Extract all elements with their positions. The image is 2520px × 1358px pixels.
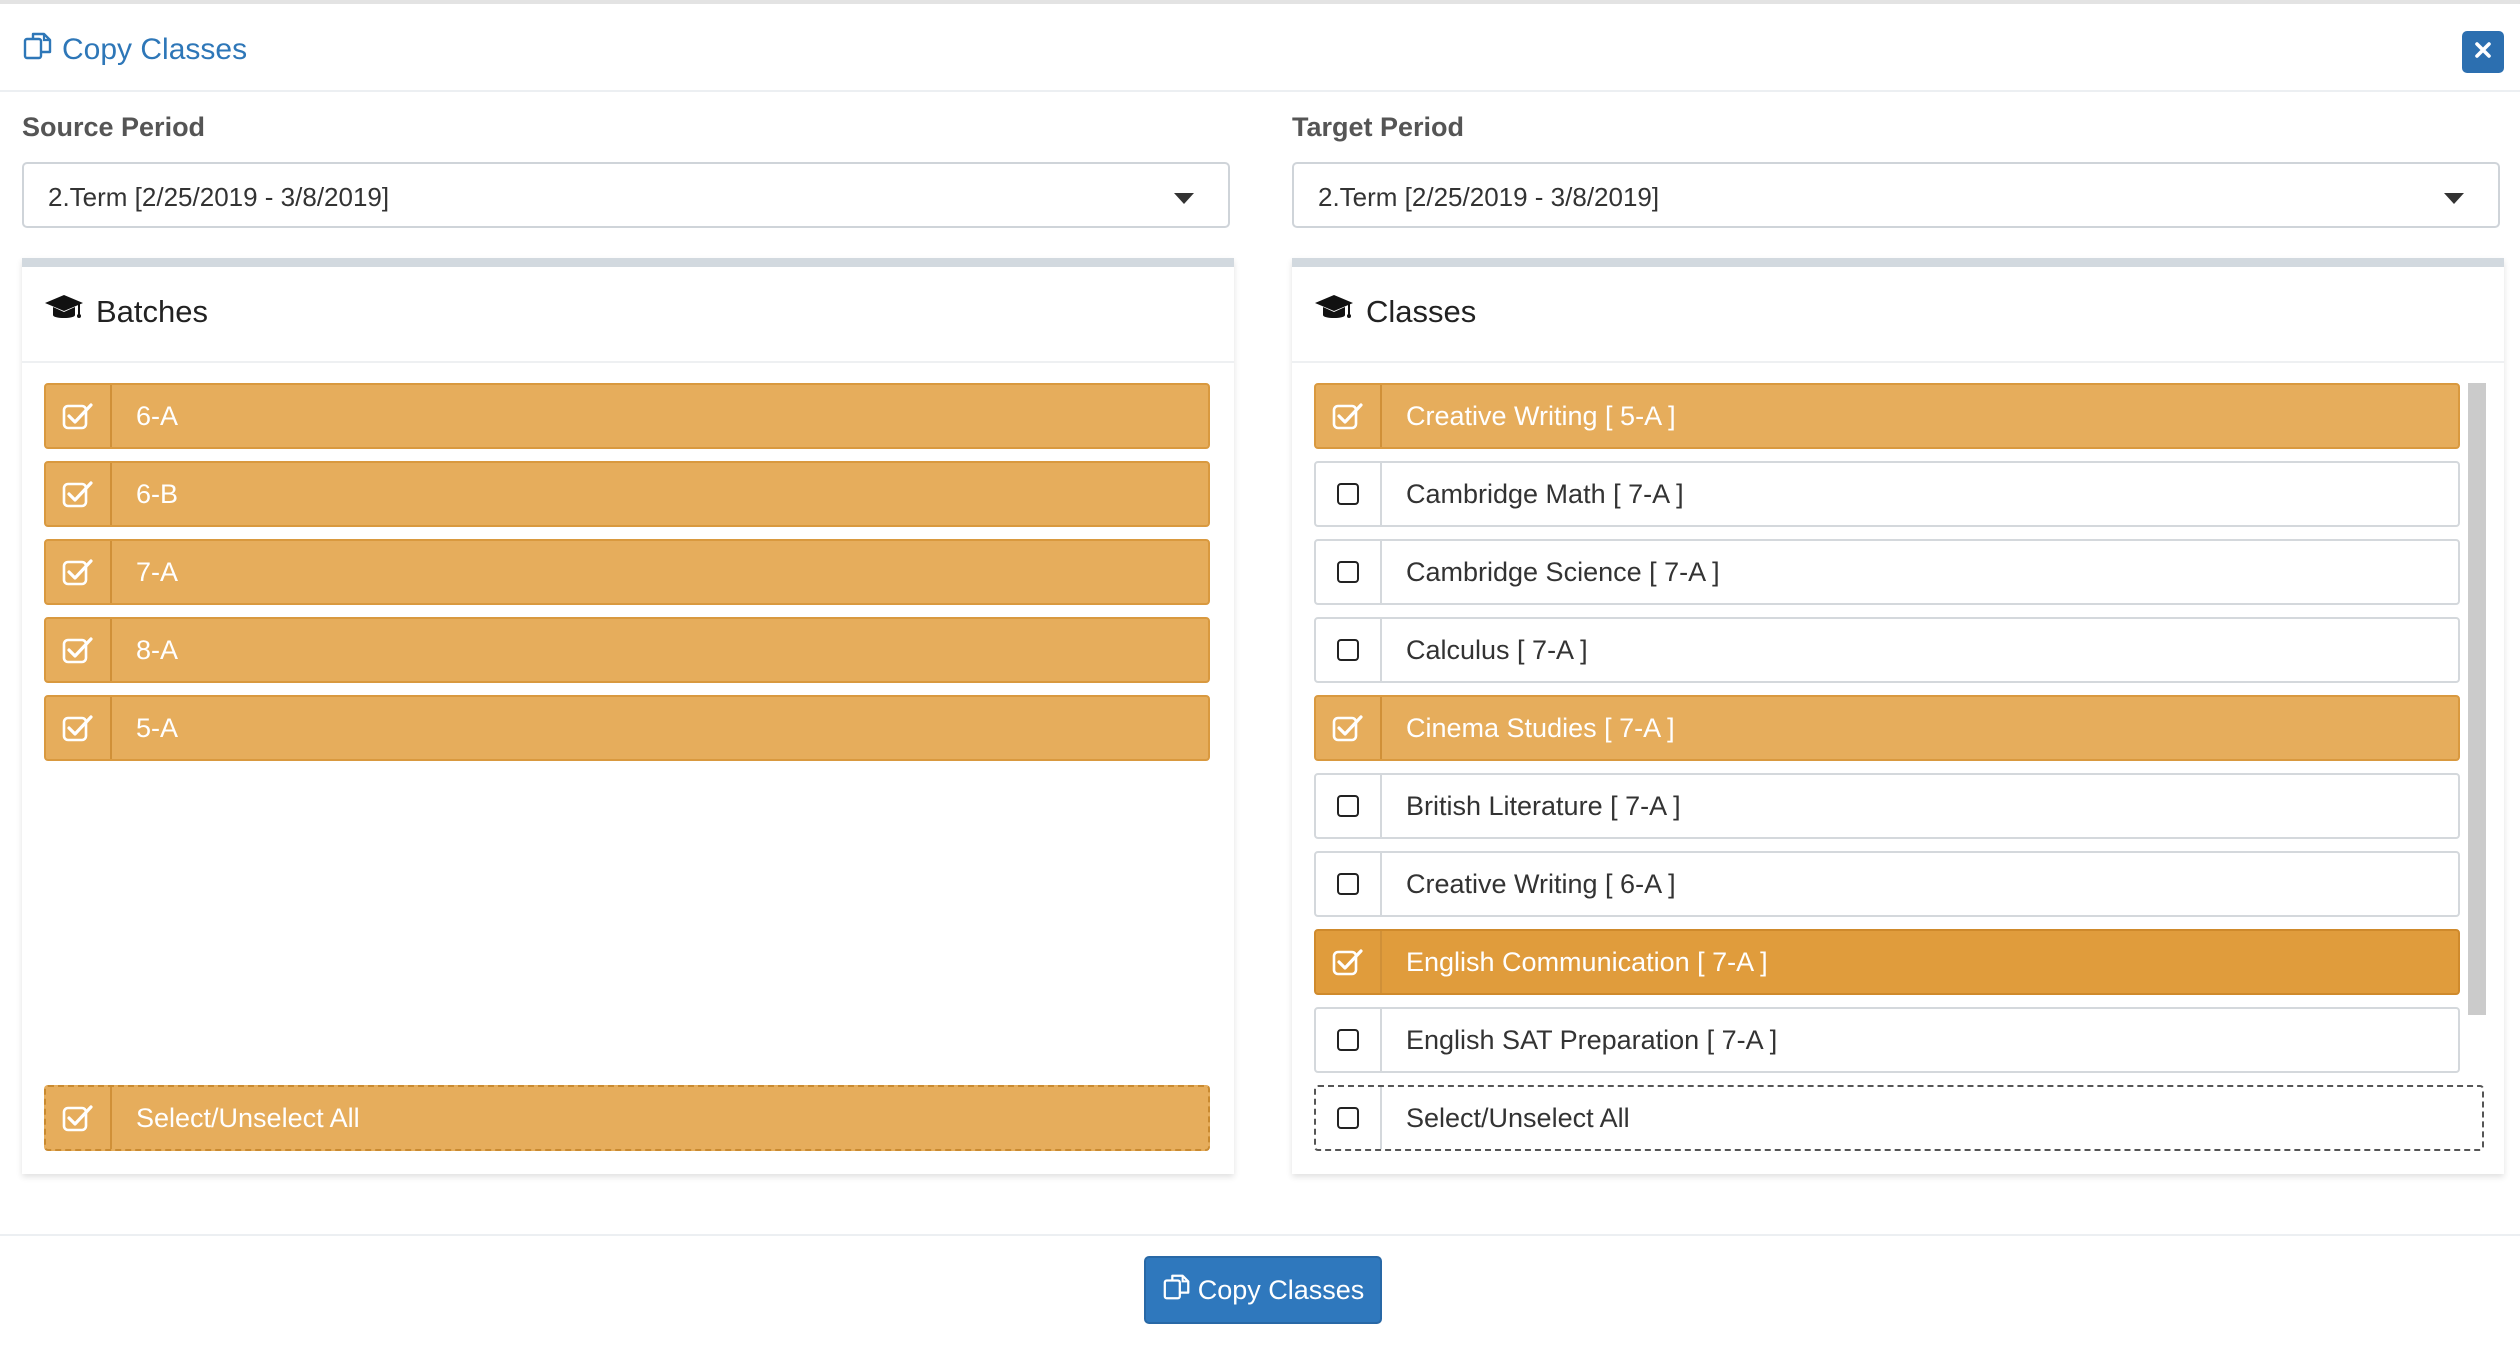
class-item[interactable]: British Literature [ 7-A ]: [1314, 773, 2460, 839]
batch-item-label: 5-A: [136, 712, 179, 743]
batch-item-label: 6-A: [136, 400, 179, 431]
batches-panel: Batches 6-A 6-B 7-A 8-A 5-A Select/Unselect …: [22, 258, 1234, 1174]
checked-checkbox-icon: [1316, 931, 1382, 993]
copy-icon: [1162, 1272, 1198, 1309]
checked-checkbox-icon: [46, 1087, 112, 1149]
batch-item-label: 8-A: [136, 634, 179, 665]
unchecked-checkbox-icon: [1316, 1087, 1382, 1149]
batches-title-text: Batches: [96, 294, 209, 329]
batch-item[interactable]: 5-A: [44, 695, 1210, 761]
class-item-label: English Communication [ 7-A ]: [1406, 946, 1768, 977]
class-item[interactable]: Cambridge Science [ 7-A ]: [1314, 539, 2460, 605]
source-period-select[interactable]: 2.Term [2/25/2019 - 3/8/2019]: [22, 162, 1230, 228]
batch-item-label: 6-B: [136, 478, 179, 509]
checked-checkbox-icon: [1316, 385, 1382, 447]
target-period-label: Target Period: [1292, 112, 1465, 142]
classes-panel-header: Classes: [1292, 267, 2504, 363]
batch-item[interactable]: 7-A: [44, 539, 1210, 605]
checked-checkbox-icon: [46, 619, 112, 681]
checked-checkbox-icon: [46, 697, 112, 759]
class-item[interactable]: Creative Writing [ 6-A ]: [1314, 851, 2460, 917]
class-item-label: Cambridge Math [ 7-A ]: [1406, 478, 1684, 509]
modal-title: Copy Classes: [22, 28, 247, 72]
batches-title: Batches: [44, 293, 208, 331]
batch-item[interactable]: 8-A: [44, 617, 1210, 683]
classes-panel: Classes Creative Writing [ 5-A ] Cambridg…: [1292, 258, 2504, 1174]
classes-title-text: Classes: [1366, 294, 1477, 329]
caret-down-icon: [1174, 193, 1194, 204]
classes-title: Classes: [1314, 293, 1476, 331]
class-item[interactable]: Creative Writing [ 5-A ]: [1314, 383, 2460, 449]
class-item-label: Cinema Studies [ 7-A ]: [1406, 712, 1675, 743]
copy-classes-button-label: Copy Classes: [1197, 1274, 1365, 1305]
target-period-select[interactable]: 2.Term [2/25/2019 - 3/8/2019]: [1292, 162, 2500, 228]
batch-item[interactable]: 6-B: [44, 461, 1210, 527]
classes-select-all[interactable]: Select/Unselect All: [1314, 1085, 2484, 1151]
modal-header: Copy Classes: [0, 4, 2520, 92]
class-item[interactable]: English SAT Preparation [ 7-A ]: [1314, 1007, 2460, 1073]
checked-checkbox-icon: [1316, 697, 1382, 759]
classes-scrollbar[interactable]: [2468, 383, 2486, 1015]
class-item-label: Calculus [ 7-A ]: [1406, 634, 1588, 665]
class-item[interactable]: English Communication [ 7-A ]: [1314, 929, 2460, 995]
close-icon: [2474, 41, 2492, 64]
batch-item-label: 7-A: [136, 556, 179, 587]
class-item[interactable]: Cinema Studies [ 7-A ]: [1314, 695, 2460, 761]
source-period-value: 2.Term [2/25/2019 - 3/8/2019]: [48, 182, 390, 212]
target-period-value: 2.Term [2/25/2019 - 3/8/2019]: [1318, 182, 1660, 212]
graduation-cap-icon: [44, 293, 96, 331]
batch-item[interactable]: 6-A: [44, 383, 1210, 449]
checked-checkbox-icon: [46, 463, 112, 525]
batches-select-all-label: Select/Unselect All: [136, 1102, 360, 1133]
unchecked-checkbox-icon: [1316, 463, 1382, 525]
unchecked-checkbox-icon: [1316, 775, 1382, 837]
class-item-label: Creative Writing [ 5-A ]: [1406, 400, 1676, 431]
source-period-label: Source Period: [22, 112, 206, 142]
class-item-label: Cambridge Science [ 7-A ]: [1406, 556, 1720, 587]
class-item-label: Creative Writing [ 6-A ]: [1406, 868, 1676, 899]
unchecked-checkbox-icon: [1316, 541, 1382, 603]
class-item[interactable]: Calculus [ 7-A ]: [1314, 617, 2460, 683]
class-item-label: English SAT Preparation [ 7-A ]: [1406, 1024, 1778, 1055]
close-button[interactable]: [2462, 31, 2504, 73]
modal-title-text: Copy Classes: [62, 33, 248, 66]
copy-classes-modal: Copy Classes Source Period 2.Term [2/25/…: [0, 0, 2520, 1358]
graduation-cap-icon: [1314, 293, 1366, 331]
class-item[interactable]: Cambridge Math [ 7-A ]: [1314, 461, 2460, 527]
copy-classes-button[interactable]: Copy Classes: [1144, 1256, 1382, 1324]
batches-panel-header: Batches: [22, 267, 1234, 363]
checked-checkbox-icon: [46, 385, 112, 447]
caret-down-icon: [2444, 193, 2464, 204]
unchecked-checkbox-icon: [1316, 619, 1382, 681]
modal-footer-divider: [0, 1234, 2520, 1236]
unchecked-checkbox-icon: [1316, 1009, 1382, 1071]
copy-icon: [22, 30, 62, 70]
unchecked-checkbox-icon: [1316, 853, 1382, 915]
class-item-label: British Literature [ 7-A ]: [1406, 790, 1681, 821]
checked-checkbox-icon: [46, 541, 112, 603]
classes-select-all-label: Select/Unselect All: [1406, 1102, 1630, 1133]
batches-select-all[interactable]: Select/Unselect All: [44, 1085, 1210, 1151]
